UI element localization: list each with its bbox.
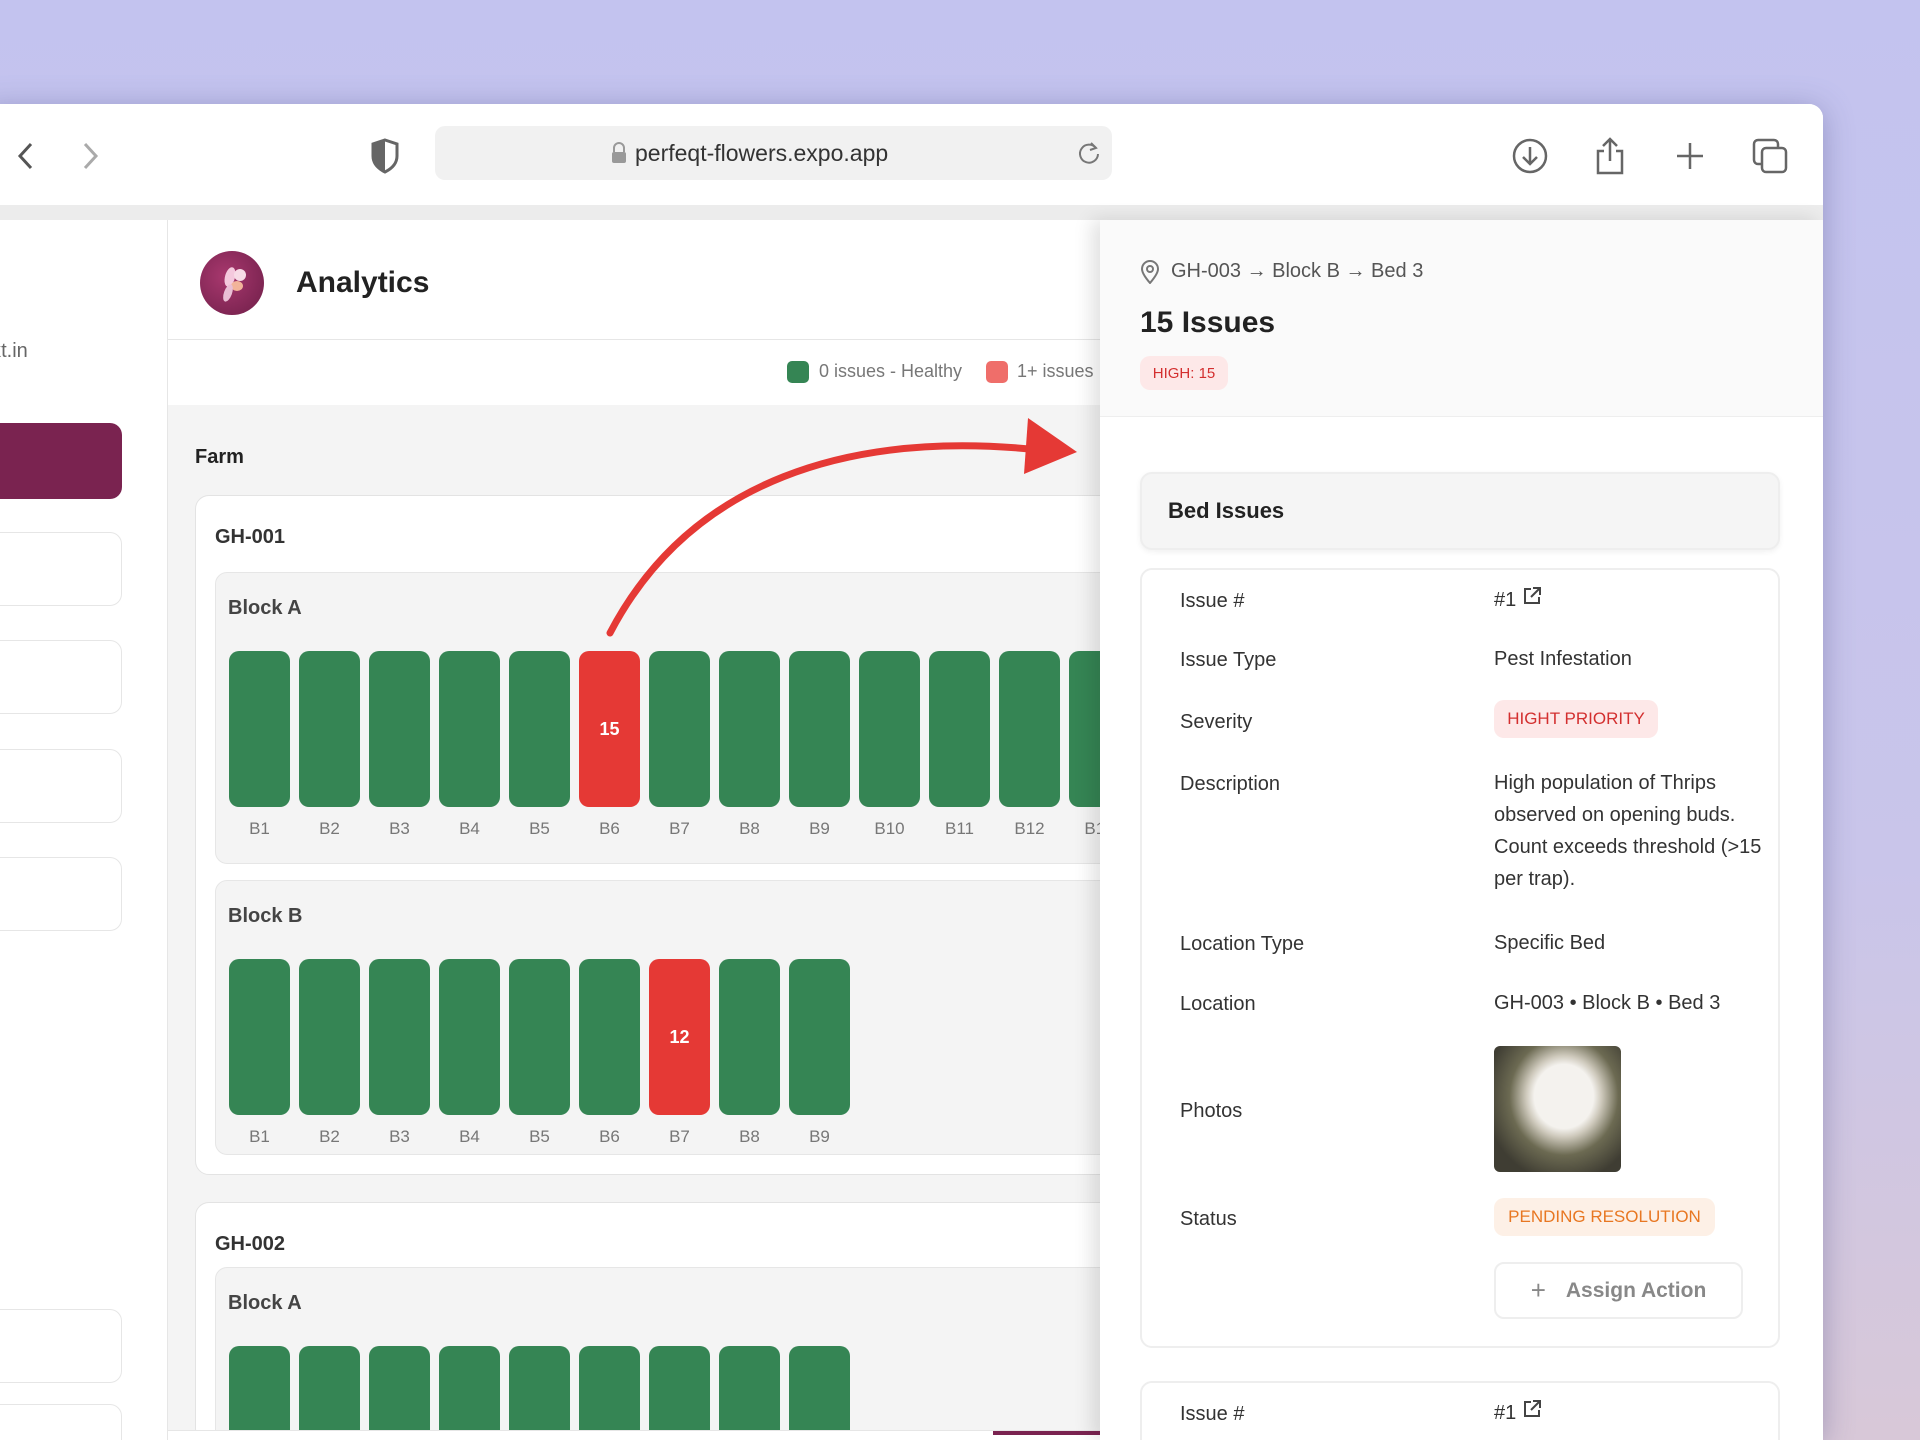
annotation-arrow [0,0,1920,1440]
